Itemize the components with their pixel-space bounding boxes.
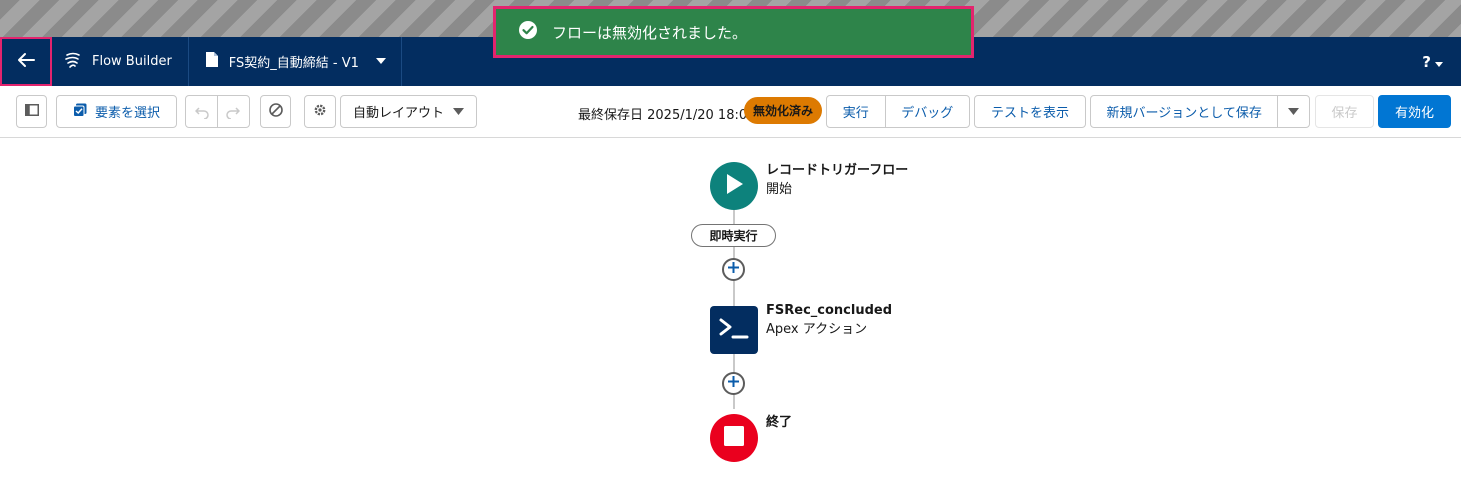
start-node[interactable] xyxy=(710,162,758,210)
checkbox-icon xyxy=(72,103,87,121)
status-badge: 無効化済み xyxy=(744,97,822,124)
activate-button[interactable]: 有効化 xyxy=(1378,95,1451,128)
end-node[interactable] xyxy=(710,414,758,462)
apex-action-node-label: FSRec_concluded Apex アクション xyxy=(766,303,892,337)
panel-icon xyxy=(24,103,39,120)
flow-title-menu[interactable]: FS契約_自動締結 - V1 xyxy=(189,37,401,86)
settings-button[interactable] xyxy=(304,95,336,128)
terminal-icon xyxy=(719,317,749,343)
apex-action-subtitle: Apex アクション xyxy=(766,322,868,337)
start-node-label: レコードトリガーフロー 開始 xyxy=(766,159,908,197)
apex-action-title: FSRec_concluded xyxy=(766,303,893,318)
flow-logo-icon xyxy=(64,51,82,73)
run-button[interactable]: 実行 xyxy=(827,102,885,121)
view-tests-button[interactable]: テストを表示 xyxy=(974,95,1086,128)
help-menu[interactable]: ? xyxy=(1404,37,1461,86)
layout-mode-value: 自動レイアウト xyxy=(353,106,445,121)
toggle-panel-button[interactable] xyxy=(16,95,47,128)
undo-icon[interactable] xyxy=(186,105,217,119)
add-element-button[interactable] xyxy=(722,372,745,395)
help-label: ? xyxy=(1422,52,1431,71)
end-node-label: 終了 xyxy=(766,411,792,430)
select-elements-label: 要素を選択 xyxy=(94,106,160,121)
cancel-button[interactable] xyxy=(260,95,291,128)
start-node-title: レコードトリガーフロー xyxy=(766,163,909,178)
save-as-new-version-button[interactable]: 新規バージョンとして保存 xyxy=(1091,102,1277,121)
undo-redo-group xyxy=(185,95,250,128)
check-circle-icon xyxy=(518,20,538,44)
run-debug-group: 実行 デバッグ xyxy=(826,95,970,128)
toast-message: フローは無効化されました。 xyxy=(552,23,748,42)
back-button[interactable] xyxy=(0,37,52,86)
plus-icon xyxy=(727,261,740,278)
ban-icon xyxy=(268,102,283,121)
plus-icon xyxy=(727,375,740,392)
layout-mode-select[interactable]: 自動レイアウト xyxy=(340,95,477,128)
arrow-left-icon xyxy=(17,52,35,72)
stop-icon xyxy=(723,425,745,451)
flow-title: FS契約_自動締結 - V1 xyxy=(228,56,359,71)
caret-down-icon xyxy=(1435,53,1443,71)
gear-icon xyxy=(313,103,327,121)
save-as-group: 新規バージョンとして保存 xyxy=(1090,95,1310,128)
save-button[interactable]: 保存 xyxy=(1315,95,1374,128)
chevron-down-icon xyxy=(1288,108,1300,115)
save-options-dropdown[interactable] xyxy=(1278,108,1309,115)
success-toast: フローは無効化されました。 xyxy=(493,6,974,58)
flow-canvas[interactable]: レコードトリガーフロー 開始 即時実行 FSRec_concluded Apex… xyxy=(0,138,1461,499)
path-label[interactable]: 即時実行 xyxy=(691,224,776,247)
last-saved-text: 最終保存日 2025/1/20 18:03 xyxy=(578,108,756,123)
chevron-down-icon xyxy=(453,104,464,119)
play-icon xyxy=(724,173,744,199)
add-element-button[interactable] xyxy=(722,258,745,281)
document-icon xyxy=(205,51,219,72)
apex-action-node[interactable] xyxy=(710,306,758,354)
end-node-title: 終了 xyxy=(766,415,793,430)
app-name: Flow Builder xyxy=(92,54,172,69)
redo-icon[interactable] xyxy=(218,105,249,119)
chevron-down-icon xyxy=(375,54,387,69)
start-node-subtitle: 開始 xyxy=(766,182,793,197)
connector-line xyxy=(733,210,735,224)
app-brand: Flow Builder xyxy=(52,37,188,86)
select-elements-button[interactable]: 要素を選択 xyxy=(56,95,177,128)
toolbar: 要素を選択 自動レイアウト 最終保存日 2025/1/20 18:03 無効化済… xyxy=(0,86,1461,138)
debug-button[interactable]: デバッグ xyxy=(886,102,969,121)
